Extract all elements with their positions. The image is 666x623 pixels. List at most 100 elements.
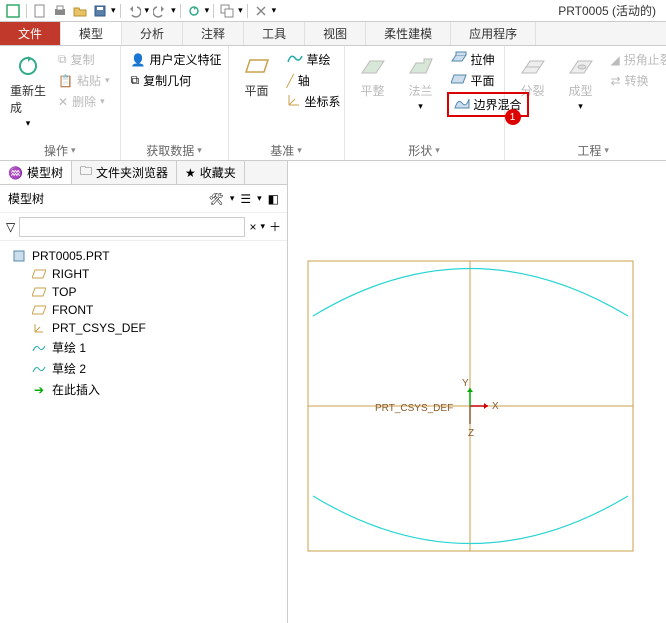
new-icon[interactable]: [31, 2, 49, 20]
tree-node-label: FRONT: [52, 303, 93, 317]
paste-label: 粘贴: [77, 72, 101, 89]
tab-model[interactable]: 模型: [61, 22, 122, 45]
flat-button[interactable]: 平整: [351, 50, 395, 101]
corner-relief-button[interactable]: ◢拐角止裂: [607, 50, 666, 69]
sketch-button[interactable]: 草绘: [283, 50, 345, 69]
content-area: ♒模型树 🗀文件夹浏览器 ★收藏夹 模型树 🛠▾ ☰▾ ◧ ▽ × ▾ ＋ PR…: [0, 161, 666, 623]
tree-root[interactable]: PRT0005.PRT: [4, 247, 283, 265]
form-button[interactable]: 成型 ▾: [559, 50, 603, 114]
tree-display-icon[interactable]: ◧: [268, 192, 279, 206]
tab-file[interactable]: 文件: [0, 22, 61, 45]
tree-node-sketch1[interactable]: 草绘 1: [4, 337, 283, 358]
tab-apps[interactable]: 应用程序: [451, 22, 536, 45]
close-icon[interactable]: [252, 2, 270, 20]
window-title: PRT0005 (活动的): [558, 2, 662, 19]
plane-icon: [243, 52, 271, 80]
group-label-ops[interactable]: 操作▾: [0, 140, 120, 160]
sidebar-tab-fav[interactable]: ★收藏夹: [177, 161, 245, 184]
extrude-label: 拉伸: [471, 51, 495, 68]
app-menu-icon[interactable]: [4, 2, 22, 20]
copy-label: 复制: [71, 51, 95, 68]
regenerate-button[interactable]: 重新生成 ▾: [6, 50, 50, 131]
tree-node-top[interactable]: TOP: [4, 283, 283, 301]
sidebar-tab-tree[interactable]: ♒模型树: [0, 161, 72, 184]
model-tree: PRT0005.PRT RIGHT TOP FRONT PRT_CSYS_DEF…: [0, 241, 287, 406]
tree-node-front[interactable]: FRONT: [4, 301, 283, 319]
dropdown-icon[interactable]: ▾: [111, 5, 116, 16]
tree-node-label: 在此插入: [52, 381, 100, 398]
regenerate-label: 重新生成: [10, 82, 46, 116]
sketch-label: 草绘: [307, 51, 331, 68]
tab-annotate[interactable]: 注释: [183, 22, 244, 45]
tree-node-label: TOP: [52, 285, 76, 299]
delete-button[interactable]: ✕删除▾: [54, 92, 114, 111]
undo-icon[interactable]: [125, 2, 143, 20]
group-label-datum[interactable]: 基准▾: [229, 140, 344, 160]
add-icon[interactable]: ＋: [269, 218, 281, 235]
tree-node-right[interactable]: RIGHT: [4, 265, 283, 283]
callout-badge: 1: [505, 109, 521, 125]
open-icon[interactable]: [71, 2, 89, 20]
plane-label: 平面: [244, 82, 268, 99]
redo-icon[interactable]: [151, 2, 169, 20]
udf-button[interactable]: 👤用户定义特征: [127, 50, 226, 69]
sketch-icon: [32, 341, 46, 355]
tree-settings-icon[interactable]: ☰: [240, 192, 251, 206]
copy-button[interactable]: ⧉复制: [54, 50, 114, 69]
tree-node-label: RIGHT: [52, 267, 89, 281]
tree-node-csys[interactable]: PRT_CSYS_DEF: [4, 319, 283, 337]
corner-relief-icon: ◢: [611, 53, 620, 67]
plane2-icon: [451, 73, 467, 88]
paste-button[interactable]: 📋粘贴▾: [54, 71, 114, 90]
flange-button[interactable]: 法兰 ▾: [399, 50, 443, 114]
dropdown-icon[interactable]: ▾: [145, 5, 150, 16]
tree-node-label: 草绘 2: [52, 360, 86, 377]
tree-node-insert[interactable]: ➔在此插入: [4, 379, 283, 400]
filter-clear-icon[interactable]: ×: [249, 220, 256, 234]
dropdown-icon[interactable]: ▾: [272, 5, 277, 16]
dropdown-icon[interactable]: ▾: [171, 5, 176, 16]
flange-label: 法兰: [408, 82, 432, 99]
filter-icon[interactable]: ▽: [6, 220, 15, 234]
copy-geom-button[interactable]: ⧉复制几何: [127, 71, 226, 90]
tree-root-label: PRT0005.PRT: [32, 249, 110, 263]
tab-flex[interactable]: 柔性建模: [366, 22, 451, 45]
quick-access-toolbar: ▾ ▾ ▾ ▾ ▾ ▾: [4, 2, 276, 20]
sketch-icon: [287, 52, 303, 67]
tree-header: 模型树 🛠▾ ☰▾ ◧: [0, 185, 287, 213]
group-label-shape[interactable]: 形状▾: [345, 140, 504, 160]
paste-icon: 📋: [58, 74, 73, 88]
save-icon[interactable]: [91, 2, 109, 20]
graphics-viewport[interactable]: X Y Z PRT_CSYS_DEF: [288, 161, 666, 623]
axis-button[interactable]: ╱轴: [283, 71, 345, 90]
group-label-eng[interactable]: 工程▾: [505, 140, 666, 160]
tab-view[interactable]: 视图: [305, 22, 366, 45]
tree-node-sketch2[interactable]: 草绘 2: [4, 358, 283, 379]
copy-geom-icon: ⧉: [131, 73, 140, 88]
datum-plane-icon: [32, 267, 46, 281]
dropdown-icon[interactable]: ▾: [205, 5, 210, 16]
windows-icon[interactable]: [218, 2, 236, 20]
delete-icon: ✕: [58, 95, 68, 109]
plane-button[interactable]: 平面: [235, 50, 279, 101]
form-label: 成型: [568, 82, 592, 99]
convert-button[interactable]: ⇄转换: [607, 71, 666, 90]
csys-button[interactable]: 坐标系: [283, 92, 345, 111]
flat-icon: [359, 52, 387, 80]
split-icon: [519, 52, 547, 80]
tab-analysis[interactable]: 分析: [122, 22, 183, 45]
group-label-getdata[interactable]: 获取数据▾: [121, 140, 228, 160]
dropdown-icon[interactable]: ▾: [260, 221, 265, 232]
sidebar-tab-folders[interactable]: 🗀文件夹浏览器: [72, 161, 177, 184]
tab-tools[interactable]: 工具: [244, 22, 305, 45]
axis-x-label: X: [492, 401, 499, 412]
tree-filter-input[interactable]: [19, 217, 245, 237]
dropdown-icon[interactable]: ▾: [238, 5, 243, 16]
tree-tools-icon[interactable]: 🛠: [209, 192, 224, 206]
extrude-icon: [451, 51, 467, 68]
axis-icon: ╱: [287, 74, 294, 88]
regen-icon[interactable]: [185, 2, 203, 20]
csys-label: 坐标系: [305, 93, 341, 110]
datum-plane-icon: [32, 285, 46, 299]
print-icon[interactable]: [51, 2, 69, 20]
